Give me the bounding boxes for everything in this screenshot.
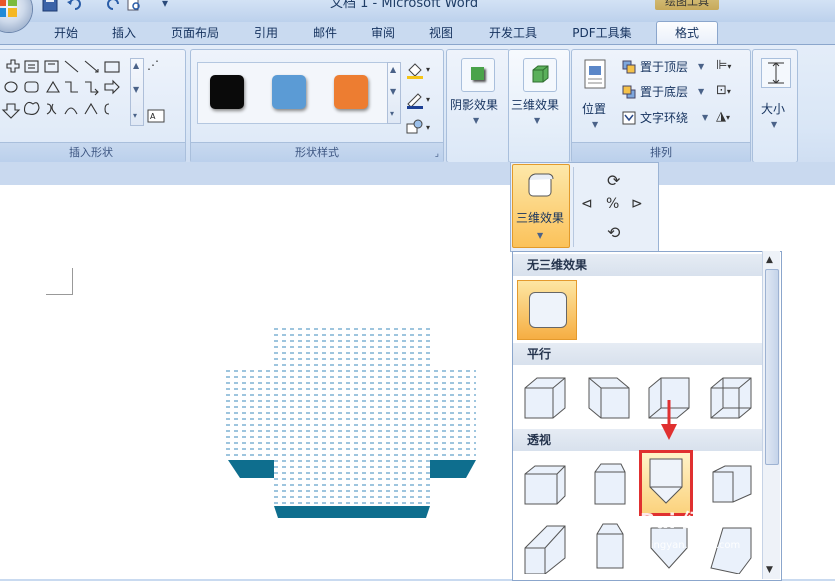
no-3d-effect-option[interactable]: [517, 280, 577, 340]
shadow-effects-label[interactable]: 阴影效果: [450, 96, 498, 113]
perspective-option-6[interactable]: [581, 518, 637, 574]
contextual-tab-title: 绘图工具: [655, 0, 719, 10]
text-box-icon[interactable]: A: [147, 108, 167, 123]
tab-developer[interactable]: 开发工具: [480, 22, 546, 44]
tab-pdf-tools[interactable]: PDF工具集: [562, 22, 642, 44]
watermark-url: jingyan.baidu.com: [648, 540, 741, 551]
group-label-insert-shapes: 插入形状: [0, 142, 185, 162]
group-shadow-effects: 阴影效果 ▼: [446, 49, 510, 163]
shadow-effects-icon[interactable]: [461, 58, 495, 92]
tab-review[interactable]: 审阅: [361, 22, 405, 44]
tab-references[interactable]: 引用: [244, 22, 288, 44]
svg-text:A: A: [150, 112, 156, 121]
text-wrapping-label[interactable]: 文字环绕: [640, 109, 688, 126]
title-bar: 文档 1 - Microsoft Word 绘图工具 ▾: [0, 0, 835, 22]
dialog-launcher-icon[interactable]: ⌟: [435, 149, 439, 159]
tilt-up-icon[interactable]: ⟳: [607, 171, 620, 190]
shapes-gallery[interactable]: [1, 58, 141, 124]
group-insert-shapes: ⋰ A ▲ ▼ ▾ 插入形状: [0, 49, 186, 163]
print-preview-icon[interactable]: [126, 0, 142, 12]
3d-tool-panel: 三维效果 ▼ ⟳ ⊲ % ⊳ ⟲: [510, 162, 659, 252]
ribbon: ⋰ A ▲ ▼ ▾ 插入形状 ▲ ▼ ▾ ▾ ▾ ▾ 形状样式 ⌟ 阴影效果 ▼…: [0, 44, 835, 163]
align-icon[interactable]: ⊫▾: [716, 58, 731, 73]
position-icon[interactable]: [582, 58, 608, 90]
3d-toggle-icon[interactable]: %: [606, 196, 619, 212]
shape-styles-scroll[interactable]: ▲ ▼ ▾: [387, 62, 401, 124]
shape-styles-gallery[interactable]: [197, 62, 389, 124]
bring-to-front-icon[interactable]: [622, 59, 636, 74]
perspective-option-2[interactable]: [581, 458, 637, 514]
size-label[interactable]: 大小: [761, 100, 785, 117]
send-to-back-icon[interactable]: [622, 84, 636, 99]
window-title: 文档 1 - Microsoft Word: [330, 0, 479, 11]
group-size: 大小 ▼: [752, 49, 798, 163]
scroll-down-arrow-icon[interactable]: ▼: [766, 565, 773, 575]
group-label-arrange: 排列: [572, 142, 750, 162]
3d-shape-drawing[interactable]: [226, 320, 478, 520]
tab-insert[interactable]: 插入: [102, 22, 146, 44]
group-objects-icon[interactable]: ⊡▾: [716, 83, 731, 98]
gallery-scrollbar[interactable]: ▲ ▼: [762, 251, 780, 579]
style-swatch-blue[interactable]: [272, 75, 306, 109]
perspective-option-5[interactable]: [517, 518, 573, 575]
tab-home[interactable]: 开始: [44, 22, 88, 44]
shape-fill-icon[interactable]: ▾: [405, 62, 433, 84]
edit-shape-icon[interactable]: ⋰: [147, 58, 167, 74]
parallel-option-1[interactable]: [517, 370, 573, 426]
group-arrange: 位置 ▼ 置于顶层 ▼ 置于底层 ▼ 文字环绕 ▼ ⊫▾ ⊡▾ ◮▾ 排列: [571, 49, 751, 163]
send-to-back-label[interactable]: 置于底层: [640, 83, 688, 100]
svg-text:▾: ▾: [426, 123, 430, 132]
style-swatch-black[interactable]: [210, 75, 244, 109]
text-wrapping-icon[interactable]: [622, 110, 636, 125]
style-swatch-orange[interactable]: [334, 75, 368, 109]
tab-page-layout[interactable]: 页面布局: [162, 22, 228, 44]
red-arrow-indicator: [661, 400, 677, 440]
redo-icon[interactable]: [106, 0, 122, 12]
tilt-down-icon[interactable]: ⟲: [607, 223, 620, 242]
section-no-3d: 无三维效果: [513, 254, 763, 276]
tilt-left-icon[interactable]: ⊲: [581, 196, 593, 212]
group-3d-effects: 三维效果 ▼: [508, 49, 570, 163]
tilt-right-icon[interactable]: ⊳: [631, 196, 643, 212]
shape-outline-icon[interactable]: ▾: [405, 92, 433, 114]
shapes-gallery-scroll[interactable]: ▲ ▼ ▾: [130, 58, 144, 126]
tab-mailings[interactable]: 邮件: [303, 22, 347, 44]
bring-to-front-label[interactable]: 置于顶层: [640, 58, 688, 75]
perspective-option-1[interactable]: [517, 458, 573, 514]
customize-quick-access-icon[interactable]: ▾: [162, 0, 168, 12]
group-shape-styles: ▲ ▼ ▾ ▾ ▾ ▾ 形状样式 ⌟: [190, 49, 444, 163]
section-parallel: 平行: [513, 343, 763, 365]
save-icon[interactable]: [42, 0, 58, 12]
parallel-option-4[interactable]: [703, 370, 759, 426]
margin-corner-mark: [46, 268, 73, 295]
tab-view[interactable]: 视图: [419, 22, 463, 44]
section-perspective: 透视: [513, 429, 763, 451]
svg-text:▾: ▾: [426, 95, 430, 104]
rotate-icon[interactable]: ◮▾: [716, 109, 730, 124]
3d-effects-ribbon-icon[interactable]: [523, 58, 557, 92]
3d-effects-button-label: 三维效果: [516, 211, 565, 225]
change-shape-icon[interactable]: ▾: [405, 118, 433, 140]
3d-effects-ribbon-label[interactable]: 三维效果: [511, 96, 559, 113]
3d-effects-button[interactable]: 三维效果 ▼: [512, 164, 570, 248]
scroll-thumb[interactable]: [765, 269, 779, 465]
svg-text:▾: ▾: [426, 65, 430, 74]
group-label-shape-styles: 形状样式: [191, 142, 443, 162]
size-icon[interactable]: [761, 58, 791, 88]
scroll-up-arrow-icon[interactable]: ▲: [766, 255, 773, 265]
tab-format[interactable]: 格式: [656, 21, 718, 44]
ribbon-tabs: 开始 插入 页面布局 引用 邮件 审阅 视图 开发工具 PDF工具集 格式: [0, 21, 835, 44]
undo-icon[interactable]: [66, 0, 84, 12]
office-logo-icon: [0, 0, 17, 17]
watermark: Bai 经验: [640, 509, 723, 533]
parallel-option-2[interactable]: [581, 370, 637, 426]
position-label[interactable]: 位置: [582, 100, 606, 117]
